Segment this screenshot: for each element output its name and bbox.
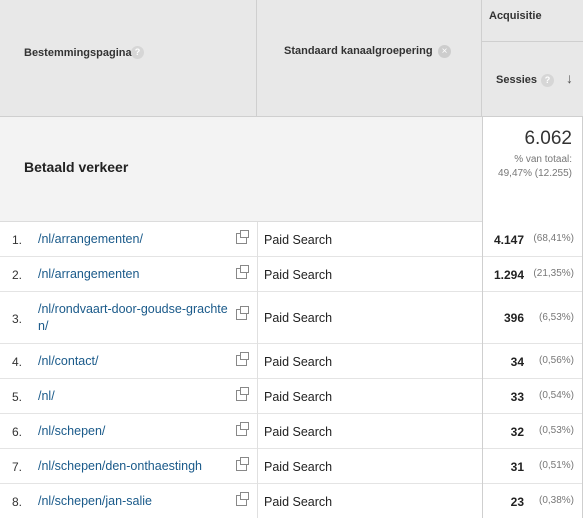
landing-page-link[interactable]: /nl/contact/ [38,353,234,370]
table-row: 1. /nl/arrangementen/ Paid Search 4.147 … [0,222,583,257]
sessions-cell: 1.294 (21,35%) [482,257,583,292]
summary-metric-cell: 6.062 % van totaal: 49,47% (12.255) [482,117,583,222]
sessions-value: 23 [510,495,524,509]
data-rows: 1. /nl/arrangementen/ Paid Search 4.147 … [0,222,583,518]
landing-page-link[interactable]: /nl/arrangementen [38,266,234,283]
row-index: 6. [12,425,23,439]
percent-of-total-value: 49,47% (12.255) [498,168,572,179]
table-row: 8. /nl/schepen/jan-salie Paid Search 23 … [0,484,583,518]
landing-page-link[interactable]: /nl/schepen/jan-salie [38,493,234,510]
sessions-cell: 34 (0,56%) [482,344,583,379]
external-link-icon[interactable] [236,422,249,436]
channel-value: Paid Search [264,425,333,439]
channel-value: Paid Search [264,311,333,325]
remove-dimension-icon[interactable]: × [438,45,451,58]
sessions-cell: 396 (6,53%) [482,292,583,344]
summary-label: Betaald verkeer [24,159,129,175]
column-divider [257,379,258,414]
sort-descending-icon[interactable]: ↓ [566,70,573,86]
channel-value: Paid Search [264,355,333,369]
row-index: 3. [12,312,23,326]
landing-page-link[interactable]: /nl/schepen/den-onthaestingh [38,458,234,475]
sessions-share: (0,38%) [538,495,574,506]
row-index: 1. [12,233,23,247]
help-icon[interactable]: ? [131,46,144,59]
sessions-value: 34 [510,355,524,369]
column-divider [257,414,258,449]
table-row: 5. /nl/ Paid Search 33 (0,54%) [0,379,583,414]
landing-page-link[interactable]: /nl/rondvaart-door-goudse-grachten/ [38,301,234,335]
external-link-icon[interactable] [236,265,249,279]
sessions-share: (0,56%) [538,355,574,366]
external-link-icon[interactable] [236,492,249,506]
table-row: 7. /nl/schepen/den-onthaestingh Paid Sea… [0,449,583,484]
channel-value: Paid Search [264,495,333,509]
sessions-value: 1.294 [493,268,524,282]
table-row: 2. /nl/arrangementen Paid Search 1.294 (… [0,257,583,292]
column-group-acquisition: Acquisitie [482,0,583,116]
channel-value: Paid Search [264,390,333,404]
column-divider [257,449,258,484]
column-divider [257,222,258,257]
sessions-value: 32 [510,425,524,439]
acquisition-label: Acquisitie [489,10,542,22]
sessions-value: 31 [510,460,524,474]
row-index: 5. [12,390,23,404]
external-link-icon[interactable] [236,230,249,244]
external-link-icon[interactable] [236,306,249,320]
row-index: 8. [12,495,23,509]
sessions-header-label[interactable]: Sessies [496,74,537,86]
table-row: 4. /nl/contact/ Paid Search 34 (0,56%) [0,344,583,379]
external-link-icon[interactable] [236,387,249,401]
landing-page-header-label: Bestemmingspagina [24,47,132,59]
sessions-cell: 23 (0,38%) [482,484,583,518]
sessions-share: (0,54%) [538,390,574,401]
channel-value: Paid Search [264,268,333,282]
table-header: Bestemmingspagina ? Standaard kanaalgroe… [0,0,583,116]
landing-page-link[interactable]: /nl/ [38,388,234,405]
landing-page-link[interactable]: /nl/arrangementen/ [38,231,234,248]
sessions-cell: 4.147 (68,41%) [482,222,583,257]
landing-page-link[interactable]: /nl/schepen/ [38,423,234,440]
sessions-value: 4.147 [493,233,524,247]
column-divider [257,257,258,292]
channel-value: Paid Search [264,233,333,247]
table-row: 3. /nl/rondvaart-door-goudse-grachten/ P… [0,292,583,344]
sessions-share: (0,53%) [538,425,574,436]
total-sessions: 6.062 [524,128,572,149]
sessions-share: (21,35%) [533,268,574,279]
summary-row: Betaald verkeer 6.062 % van totaal: 49,4… [0,116,583,222]
column-header-channel[interactable]: Standaard kanaalgroepering [257,0,482,116]
row-index: 7. [12,460,23,474]
sessions-share: (68,41%) [533,233,574,244]
help-icon[interactable]: ? [541,74,554,87]
channel-value: Paid Search [264,460,333,474]
sessions-cell: 32 (0,53%) [482,414,583,449]
acquisition-group-header: Acquisitie [482,0,583,42]
column-divider [257,344,258,379]
channel-header-label: Standaard kanaalgroepering [284,45,433,57]
column-header-landing-page[interactable]: Bestemmingspagina ? [0,0,257,116]
external-link-icon[interactable] [236,457,249,471]
percent-of-total-label: % van totaal: [514,154,572,165]
external-link-icon[interactable] [236,352,249,366]
column-divider [257,292,258,344]
sessions-share: (6,53%) [538,312,574,323]
sessions-cell: 31 (0,51%) [482,449,583,484]
column-divider [257,484,258,518]
sessions-value: 396 [503,311,524,325]
sessions-value: 33 [510,390,524,404]
row-index: 4. [12,355,23,369]
sessions-share: (0,51%) [538,460,574,471]
table-row: 6. /nl/schepen/ Paid Search 32 (0,53%) [0,414,583,449]
sessions-cell: 33 (0,54%) [482,379,583,414]
row-index: 2. [12,268,23,282]
